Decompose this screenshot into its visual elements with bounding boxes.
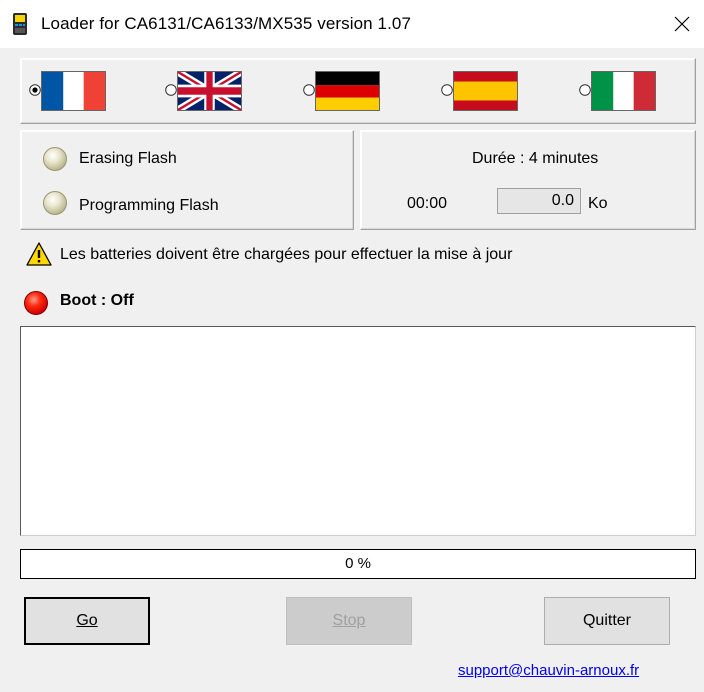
flash-status-panel: Erasing Flash Programming Flash [20, 130, 354, 230]
radio-en[interactable] [165, 84, 177, 96]
close-icon [674, 16, 690, 32]
progress-bar: 0 % [20, 549, 696, 579]
stop-button[interactable]: Stop [286, 597, 412, 645]
erasing-indicator [43, 147, 67, 171]
quit-button[interactable]: Quitter [544, 597, 670, 645]
close-button[interactable] [660, 6, 704, 42]
battery-warning-text: Les batteries doivent être chargées pour… [60, 246, 513, 263]
elapsed-time: 00:00 [407, 195, 448, 212]
boot-label: Boot [60, 292, 97, 309]
programming-label: Programming Flash [79, 197, 219, 214]
window-title: Loader for CA6131/CA6133/MX535 version 1… [41, 14, 412, 33]
boot-value: Off [110, 292, 134, 309]
boot-indicator [24, 291, 48, 315]
app-icon [13, 13, 27, 35]
stop-label: Stop [332, 612, 366, 629]
radio-de[interactable] [303, 84, 315, 96]
france-flag-icon[interactable] [41, 71, 106, 111]
radio-it[interactable] [579, 84, 591, 96]
italy-flag-icon[interactable] [591, 71, 656, 111]
duration-panel: Durée : 4 minutes 00:00 0.0 Ko [360, 130, 696, 230]
erasing-label: Erasing Flash [79, 150, 177, 167]
size-field: 0.0 [497, 188, 581, 214]
log-output[interactable] [20, 326, 696, 536]
size-unit: Ko [588, 195, 608, 212]
boot-status: Boot : Off [60, 292, 134, 310]
warning-icon [26, 242, 52, 266]
duration-label: Durée : 4 minutes [472, 150, 599, 167]
go-button[interactable]: Go [24, 597, 150, 645]
boot-separator: : [100, 292, 107, 309]
programming-indicator [43, 191, 67, 215]
radio-es[interactable] [441, 84, 453, 96]
uk-flag-icon[interactable] [177, 71, 242, 111]
radio-fr[interactable] [29, 84, 41, 96]
progress-text: 0 % [345, 555, 371, 572]
support-link[interactable]: support@chauvin-arnoux.fr [458, 662, 639, 679]
germany-flag-icon[interactable] [315, 71, 380, 111]
language-selector [20, 58, 696, 124]
spain-flag-icon[interactable] [453, 71, 518, 111]
quit-label: Quitter [582, 612, 631, 629]
go-label: Go [76, 612, 98, 629]
title-bar: Loader for CA6131/CA6133/MX535 version 1… [0, 0, 704, 48]
